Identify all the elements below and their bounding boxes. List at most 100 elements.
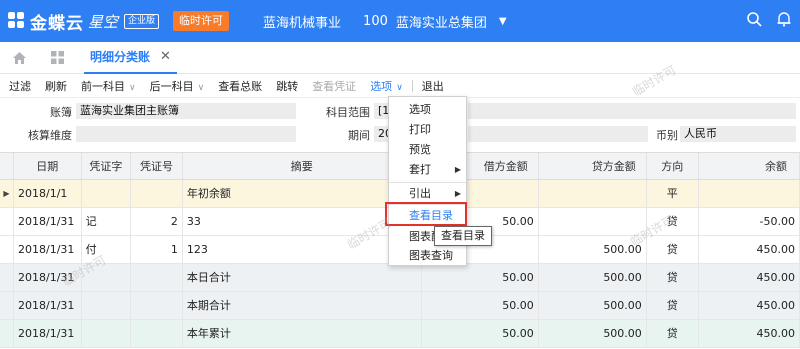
cell-voucher-type[interactable]	[81, 291, 132, 320]
cell-summary[interactable]: 本年累计	[182, 319, 422, 348]
table-row[interactable]: 2018/1/31 本年累计 50.00 500.00 贷 450.00	[0, 319, 800, 348]
search-icon[interactable]	[746, 11, 762, 30]
col-date[interactable]: 日期	[13, 153, 82, 180]
org-selector[interactable]: 蓝海机械事业	[263, 12, 341, 31]
cell-direction[interactable]: 贷	[646, 319, 699, 348]
table-row[interactable]: 2018/1/31 本日合计 50.00 500.00 贷 450.00	[0, 263, 800, 292]
col-voucher-no[interactable]: 凭证号	[130, 153, 183, 180]
cell-summary[interactable]: 123	[182, 235, 422, 264]
filter-button[interactable]: 过滤	[2, 78, 38, 94]
currency-label: 币别	[656, 129, 678, 142]
cell-date[interactable]: 2018/1/31	[13, 263, 82, 292]
close-icon[interactable]: ✕	[160, 49, 171, 64]
cell-credit[interactable]: 500.00	[538, 263, 647, 292]
cell-voucher-type[interactable]	[81, 319, 132, 348]
menu-item-chart-query[interactable]: 图表查询	[409, 247, 467, 265]
tab-bar: 明细分类账 ✕	[0, 42, 800, 74]
cell-direction[interactable]: 贷	[646, 235, 699, 264]
tab-detail-ledger[interactable]: 明细分类账 ✕	[84, 42, 177, 74]
kingdee-logo-icon	[8, 12, 26, 30]
menu-item-print[interactable]: 打印	[409, 121, 467, 139]
book-field[interactable]: 蓝海实业集团主账簿	[76, 103, 296, 119]
logo-text: 金蝶云	[30, 13, 84, 34]
org-name[interactable]: 蓝海实业总集团	[396, 12, 487, 31]
cell-balance[interactable]: 450.00	[698, 263, 800, 292]
cell-credit[interactable]	[538, 207, 647, 236]
submenu-arrow-icon: ▶	[454, 165, 461, 174]
next-account-button[interactable]: 后一科目 ∨	[143, 78, 212, 94]
col-credit[interactable]: 贷方金额	[538, 153, 647, 180]
org-dropdown-icon[interactable]: ▼	[499, 16, 507, 27]
org-code[interactable]: 100	[363, 14, 388, 29]
row-indicator-header	[0, 153, 14, 180]
logo-subtext: 星空	[88, 12, 119, 31]
cell-credit[interactable]	[538, 179, 647, 208]
account-range-field-ext[interactable]	[468, 103, 796, 119]
chevron-down-icon[interactable]: ∨	[396, 83, 403, 93]
cell-date[interactable]: 2018/1/31	[13, 235, 82, 264]
chevron-down-icon[interactable]: ∨	[198, 83, 205, 93]
prev-account-button[interactable]: 前一科目 ∨	[74, 78, 143, 94]
cell-voucher-no[interactable]	[130, 179, 183, 208]
menu-item-label: 套打	[409, 163, 431, 176]
period-field-ext[interactable]	[468, 126, 648, 142]
exit-button[interactable]: 退出	[415, 78, 451, 94]
dimension-field[interactable]	[76, 126, 296, 142]
temp-license-badge[interactable]: 临时许可	[173, 11, 230, 31]
cell-balance[interactable]	[698, 179, 800, 208]
cell-voucher-no[interactable]: 2	[130, 207, 183, 236]
currency-field[interactable]: 人民币	[680, 126, 796, 142]
cell-voucher-type[interactable]	[81, 179, 132, 208]
col-balance[interactable]: 余额	[698, 153, 800, 180]
options-menu-button[interactable]: 选项 ∨	[363, 78, 410, 94]
chevron-down-icon[interactable]: ∨	[129, 83, 136, 93]
cell-voucher-type[interactable]	[81, 263, 132, 292]
table-row[interactable]: 2018/1/31 本期合计 50.00 500.00 贷 450.00	[0, 291, 800, 320]
refresh-button[interactable]: 刷新	[38, 78, 74, 94]
cell-debit[interactable]: 50.00	[421, 263, 539, 292]
cell-debit[interactable]: 50.00	[421, 319, 539, 348]
cell-debit[interactable]: 50.00	[421, 291, 539, 320]
dimension-label: 核算维度	[28, 129, 72, 142]
view-general-ledger-button[interactable]: 查看总账	[211, 78, 269, 94]
view-voucher-button[interactable]: 查看凭证	[305, 78, 363, 94]
cell-voucher-no[interactable]	[130, 291, 183, 320]
menu-item-export[interactable]: 引出 ▶	[409, 185, 467, 203]
account-range-label: 科目范围	[326, 106, 370, 119]
annotation-highlight-box	[385, 202, 467, 226]
menu-item-template-print[interactable]: 套打 ▶	[409, 161, 467, 179]
cell-balance[interactable]: 450.00	[698, 291, 800, 320]
cell-date[interactable]: 2018/1/31	[13, 291, 82, 320]
cell-summary[interactable]: 本日合计	[182, 263, 422, 292]
toolbar: 过滤 刷新 前一科目 ∨ 后一科目 ∨ 查看总账 跳转 查看凭证 选项 ∨ 退出	[0, 74, 800, 98]
apps-grid-icon[interactable]	[38, 42, 76, 74]
cell-balance[interactable]: -50.00	[698, 207, 800, 236]
cell-voucher-no[interactable]: 1	[130, 235, 183, 264]
menu-item-preview[interactable]: 预览	[409, 141, 467, 159]
menu-item-options[interactable]: 选项	[409, 101, 467, 119]
cell-direction[interactable]: 贷	[646, 207, 699, 236]
app-logo[interactable]: 金蝶云 星空 企业版	[8, 9, 160, 34]
notification-bell-icon[interactable]	[776, 11, 792, 30]
col-direction[interactable]: 方向	[646, 153, 699, 180]
cell-date[interactable]: 2018/1/31	[13, 207, 82, 236]
col-summary[interactable]: 摘要	[182, 153, 422, 180]
cell-date[interactable]: 2018/1/1	[13, 179, 82, 208]
cell-direction[interactable]: 平	[646, 179, 699, 208]
col-voucher-type[interactable]: 凭证字	[81, 153, 132, 180]
cell-balance[interactable]: 450.00	[698, 235, 800, 264]
cell-credit[interactable]: 500.00	[538, 319, 647, 348]
cell-voucher-no[interactable]	[130, 319, 183, 348]
cell-credit[interactable]: 500.00	[538, 291, 647, 320]
cell-credit[interactable]: 500.00	[538, 235, 647, 264]
cell-date[interactable]: 2018/1/31	[13, 319, 82, 348]
cell-voucher-no[interactable]	[130, 263, 183, 292]
cell-summary[interactable]: 本期合计	[182, 291, 422, 320]
cell-direction[interactable]: 贷	[646, 263, 699, 292]
jump-button[interactable]: 跳转	[269, 78, 305, 94]
cell-balance[interactable]: 450.00	[698, 319, 800, 348]
home-icon[interactable]	[0, 42, 38, 74]
cell-direction[interactable]: 贷	[646, 291, 699, 320]
cell-voucher-type[interactable]: 付	[81, 235, 132, 264]
cell-voucher-type[interactable]: 记	[81, 207, 132, 236]
